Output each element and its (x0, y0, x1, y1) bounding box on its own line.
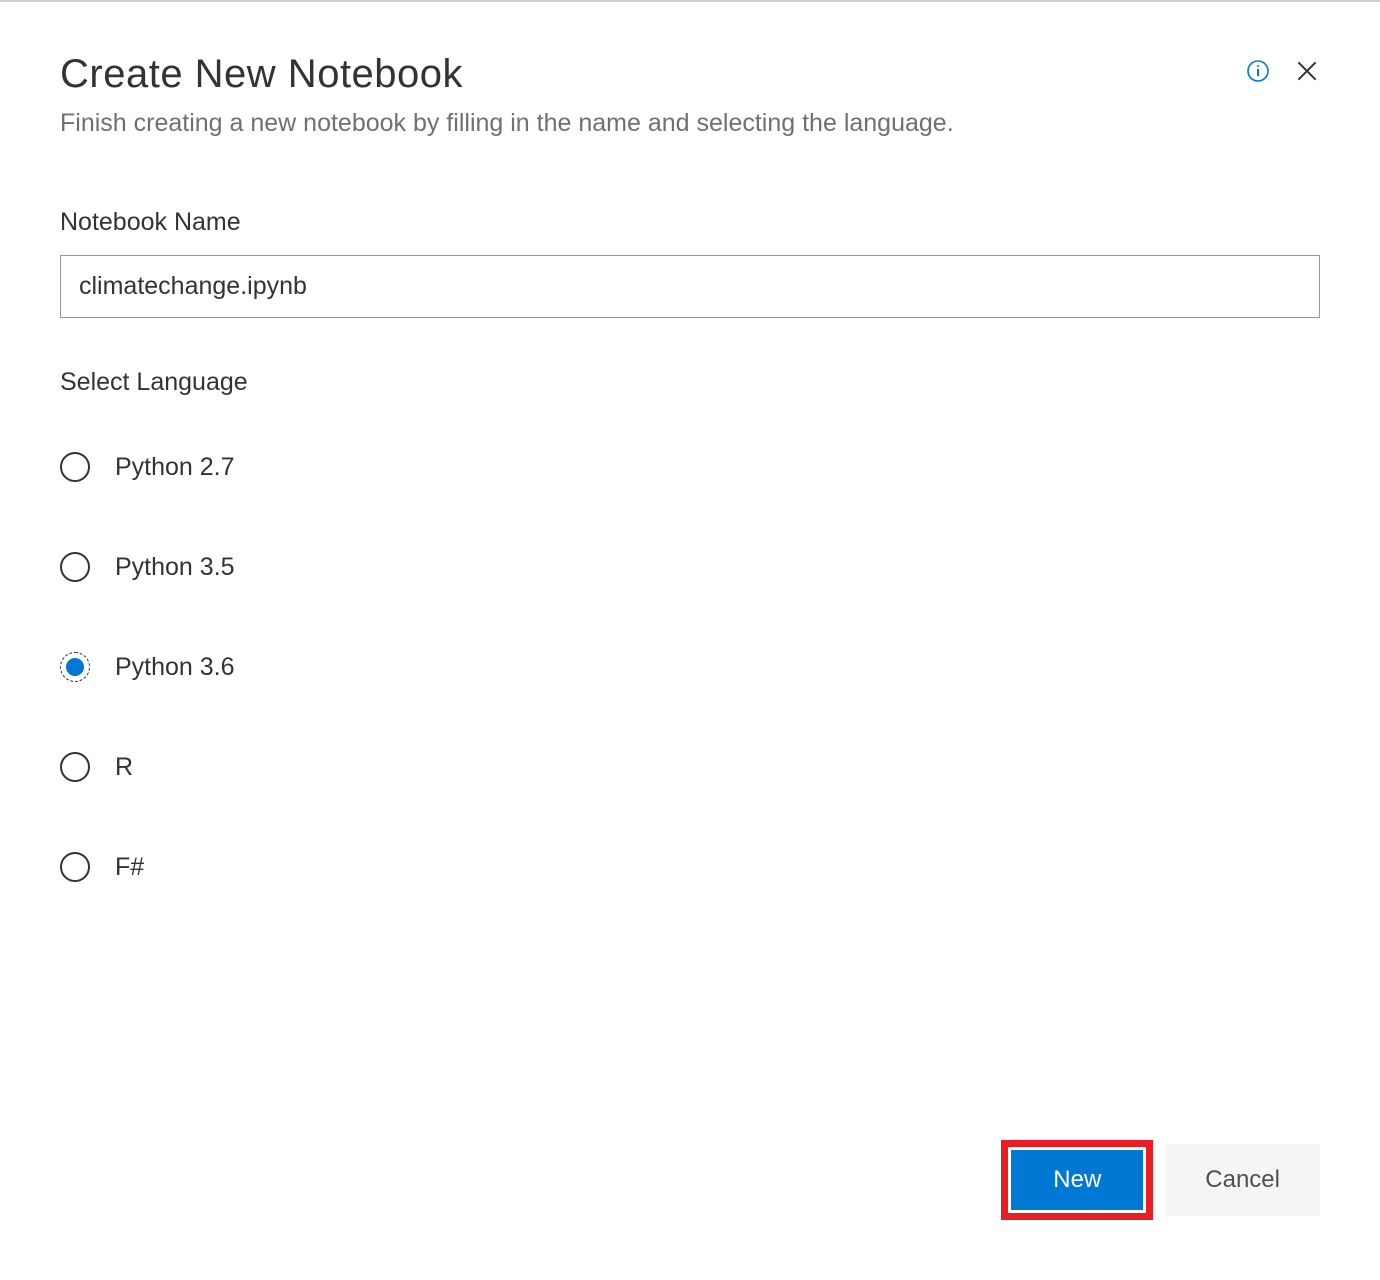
radio-circle-icon (60, 452, 90, 482)
radio-label: F# (115, 853, 144, 882)
radio-python-3-6[interactable]: Python 3.6 (60, 652, 1320, 682)
radio-label: R (115, 753, 133, 782)
radio-circle-icon (60, 752, 90, 782)
close-icon[interactable] (1294, 58, 1320, 84)
radio-python-3-5[interactable]: Python 3.5 (60, 552, 1320, 582)
radio-label: Python 3.5 (115, 553, 235, 582)
language-radio-group: Python 2.7 Python 3.5 Python 3.6 R F# (60, 452, 1320, 882)
dialog-footer: New Cancel (0, 1110, 1380, 1280)
cancel-button[interactable]: Cancel (1165, 1144, 1320, 1216)
create-notebook-dialog: Create New Notebook Finish creating a ne… (0, 2, 1380, 922)
highlight-box: New (1001, 1140, 1153, 1220)
radio-circle-icon (60, 852, 90, 882)
select-language-label: Select Language (60, 368, 1320, 397)
radio-label: Python 3.6 (115, 653, 235, 682)
radio-python-2-7[interactable]: Python 2.7 (60, 452, 1320, 482)
radio-circle-icon (60, 552, 90, 582)
radio-r[interactable]: R (60, 752, 1320, 782)
info-icon[interactable] (1246, 59, 1270, 83)
new-button[interactable]: New (1011, 1150, 1143, 1210)
button-row: New Cancel (1001, 1140, 1320, 1220)
notebook-name-label: Notebook Name (60, 208, 1320, 237)
radio-fsharp[interactable]: F# (60, 852, 1320, 882)
dialog-subtitle: Finish creating a new notebook by fillin… (60, 109, 1320, 138)
radio-circle-selected-icon (60, 652, 90, 682)
notebook-name-input[interactable] (60, 255, 1320, 318)
header-icons (1246, 58, 1320, 84)
dialog-header: Create New Notebook (60, 52, 1320, 97)
radio-label: Python 2.7 (115, 453, 235, 482)
dialog-title: Create New Notebook (60, 52, 1320, 97)
